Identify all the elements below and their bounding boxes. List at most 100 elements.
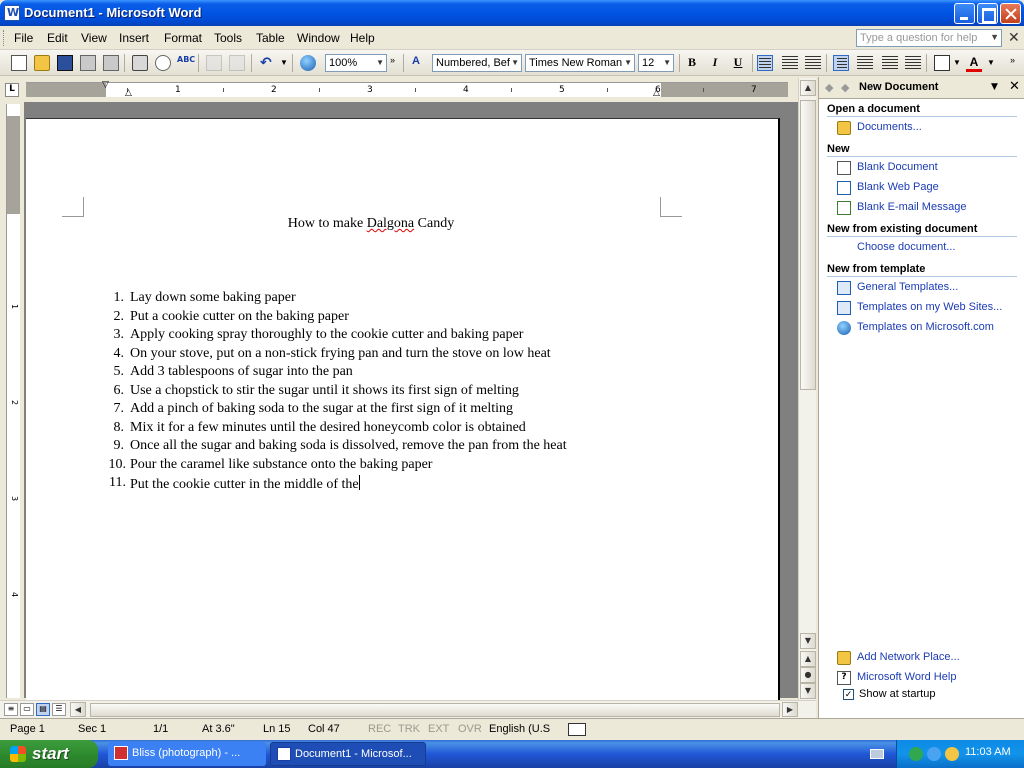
list-item[interactable]: 8. Mix it for a few minutes until the des… — [102, 420, 722, 439]
list-item[interactable]: 6. Use a chopstick to stir the sugar unti… — [102, 383, 722, 402]
close-button[interactable] — [1000, 3, 1021, 24]
keyboard-icon[interactable] — [870, 749, 884, 759]
link-documents[interactable]: Documents... — [857, 121, 922, 133]
permission-icon[interactable] — [80, 55, 96, 71]
horizontal-ruler[interactable]: 1 2 3 4 5 6 7 ▽ △ △ — [26, 80, 788, 98]
back-arrow-icon[interactable]: ◆ — [825, 81, 833, 94]
normal-view-icon[interactable]: ≡ — [4, 703, 18, 716]
list-item[interactable]: 3. Apply cooking spray thoroughly to the … — [102, 327, 722, 346]
close-icon[interactable]: ✕ — [1009, 79, 1020, 94]
select-browse-object-icon[interactable]: ● — [800, 667, 816, 683]
menu-insert[interactable]: Insert — [119, 31, 149, 45]
horizontal-scroll-thumb[interactable] — [90, 703, 780, 717]
menu-view[interactable]: View — [81, 31, 107, 45]
horizontal-scrollbar[interactable]: ≡ ▭ ▤ ☰ ◀ ▶ — [0, 700, 816, 718]
document-title[interactable]: How to make Dalgona Candy — [26, 216, 716, 232]
list-item[interactable]: 4. On your stove, put on a non-stick fryi… — [102, 346, 722, 365]
menu-help[interactable]: Help — [350, 31, 375, 45]
list-item[interactable]: 11. Put the cookie cutter in the middle o… — [102, 475, 722, 494]
spelling-icon[interactable]: ABC — [177, 55, 195, 71]
menu-file[interactable]: File — [14, 31, 33, 45]
link-templates-web-sites[interactable]: Templates on my Web Sites... — [857, 301, 1002, 313]
chevron-down-icon[interactable]: ▼ — [376, 58, 384, 67]
toolbar-overflow-icon[interactable]: » — [1010, 55, 1015, 65]
menu-format[interactable]: Format — [164, 31, 202, 45]
maximize-button[interactable] — [977, 3, 998, 24]
list-item[interactable]: 10. Pour the caramel like substance onto … — [102, 457, 722, 476]
taskbar-item-bliss[interactable]: Bliss (photograph) - ... — [108, 742, 266, 766]
bold-button[interactable]: B — [684, 55, 700, 71]
underline-button[interactable]: U — [730, 55, 746, 71]
zoom-select[interactable]: 100% ▼ — [325, 54, 387, 72]
next-page-icon[interactable]: ▼ — [800, 683, 816, 699]
list-item[interactable]: 5. Add 3 tablespoons of sugar into the pa… — [102, 364, 722, 383]
vertical-scrollbar[interactable]: ▲ ▼ ▲ ● ▼ — [798, 78, 816, 700]
scroll-right-arrow-icon[interactable]: ▶ — [782, 702, 798, 717]
chevron-down-icon[interactable]: ▼ — [990, 32, 999, 42]
scroll-up-arrow-icon[interactable]: ▲ — [800, 80, 816, 96]
scroll-down-arrow-icon[interactable]: ▼ — [800, 633, 816, 649]
print-preview-icon[interactable] — [155, 55, 171, 71]
menu-table[interactable]: Table — [256, 31, 285, 45]
menu-window[interactable]: Window — [297, 31, 340, 45]
web-layout-view-icon[interactable]: ▭ — [20, 703, 34, 716]
chevron-down-icon[interactable]: ▼ — [991, 82, 998, 92]
open-folder-icon[interactable] — [34, 55, 50, 71]
chevron-down-icon[interactable]: ▼ — [624, 58, 632, 67]
increase-indent-icon[interactable] — [905, 56, 921, 70]
vertical-scroll-thumb[interactable] — [800, 100, 816, 390]
status-ext[interactable]: EXT — [428, 723, 449, 735]
align-center-icon[interactable] — [782, 56, 798, 70]
new-document-icon[interactable] — [11, 55, 27, 71]
outline-view-icon[interactable]: ☰ — [52, 703, 66, 716]
style-select[interactable]: Numbered, Bef ▼ — [432, 54, 522, 72]
vertical-ruler[interactable]: 1 2 3 4 — [6, 104, 20, 698]
volume-icon[interactable] — [927, 747, 941, 761]
link-choose-document[interactable]: Choose document... — [857, 241, 955, 253]
list-item[interactable]: 1. Lay down some baking paper — [102, 290, 722, 309]
tab-selector[interactable]: L — [5, 83, 19, 97]
misspelled-word[interactable]: Dalgona — [367, 216, 414, 231]
undo-icon[interactable]: ↶ — [260, 55, 276, 71]
chevron-down-icon[interactable]: ▼ — [663, 58, 671, 67]
numbering-button[interactable] — [833, 55, 849, 71]
menu-edit[interactable]: Edit — [47, 31, 68, 45]
link-templates-microsoft[interactable]: Templates on Microsoft.com — [857, 321, 994, 333]
search-icon[interactable] — [945, 747, 959, 761]
link-add-network-place[interactable]: Add Network Place... — [857, 651, 960, 663]
menu-tools[interactable]: Tools — [214, 31, 242, 45]
link-blank-web-page[interactable]: Blank Web Page — [857, 181, 939, 193]
start-button[interactable]: start — [0, 740, 98, 768]
align-right-icon[interactable] — [805, 56, 821, 70]
scroll-left-arrow-icon[interactable]: ◀ — [70, 702, 86, 717]
clock[interactable]: 11:03 AM — [965, 746, 1011, 758]
align-left-button[interactable] — [757, 55, 773, 71]
border-dropdown-icon[interactable]: ▼ — [953, 58, 961, 67]
link-general-templates[interactable]: General Templates... — [857, 281, 958, 293]
web-globe-icon[interactable] — [300, 55, 316, 71]
word-app-icon[interactable] — [4, 5, 20, 21]
font-color-icon[interactable]: A — [966, 55, 982, 72]
font-size-select[interactable]: 12 ▼ — [638, 54, 674, 72]
menubar-grip[interactable] — [3, 30, 6, 46]
link-blank-document[interactable]: Blank Document — [857, 161, 938, 173]
italic-button[interactable]: I — [707, 55, 723, 71]
link-word-help[interactable]: Microsoft Word Help — [857, 671, 956, 683]
border-icon[interactable] — [934, 55, 950, 71]
show-at-startup-checkbox[interactable]: ✓ — [843, 689, 854, 700]
status-ovr[interactable]: OVR — [458, 723, 482, 735]
forward-arrow-icon[interactable]: ◆ — [841, 81, 849, 94]
link-blank-email[interactable]: Blank E-mail Message — [857, 201, 966, 213]
bullets-icon[interactable] — [857, 56, 873, 70]
print-icon[interactable] — [132, 55, 148, 71]
save-disk-icon[interactable] — [57, 55, 73, 71]
styles-pane-icon[interactable]: A — [412, 55, 420, 67]
network-icon[interactable] — [909, 747, 923, 761]
list-item[interactable]: 2. Put a cookie cutter on the baking pape… — [102, 309, 722, 328]
print-layout-view-icon[interactable]: ▤ — [36, 703, 50, 716]
first-line-indent-marker[interactable]: ▽ — [102, 80, 109, 90]
title-bar[interactable]: Document1 - Microsoft Word — [0, 0, 1024, 26]
close-document-icon[interactable]: ✕ — [1008, 30, 1020, 46]
chevron-down-icon[interactable]: ▼ — [511, 58, 519, 67]
right-indent-marker[interactable]: △ — [653, 88, 660, 98]
